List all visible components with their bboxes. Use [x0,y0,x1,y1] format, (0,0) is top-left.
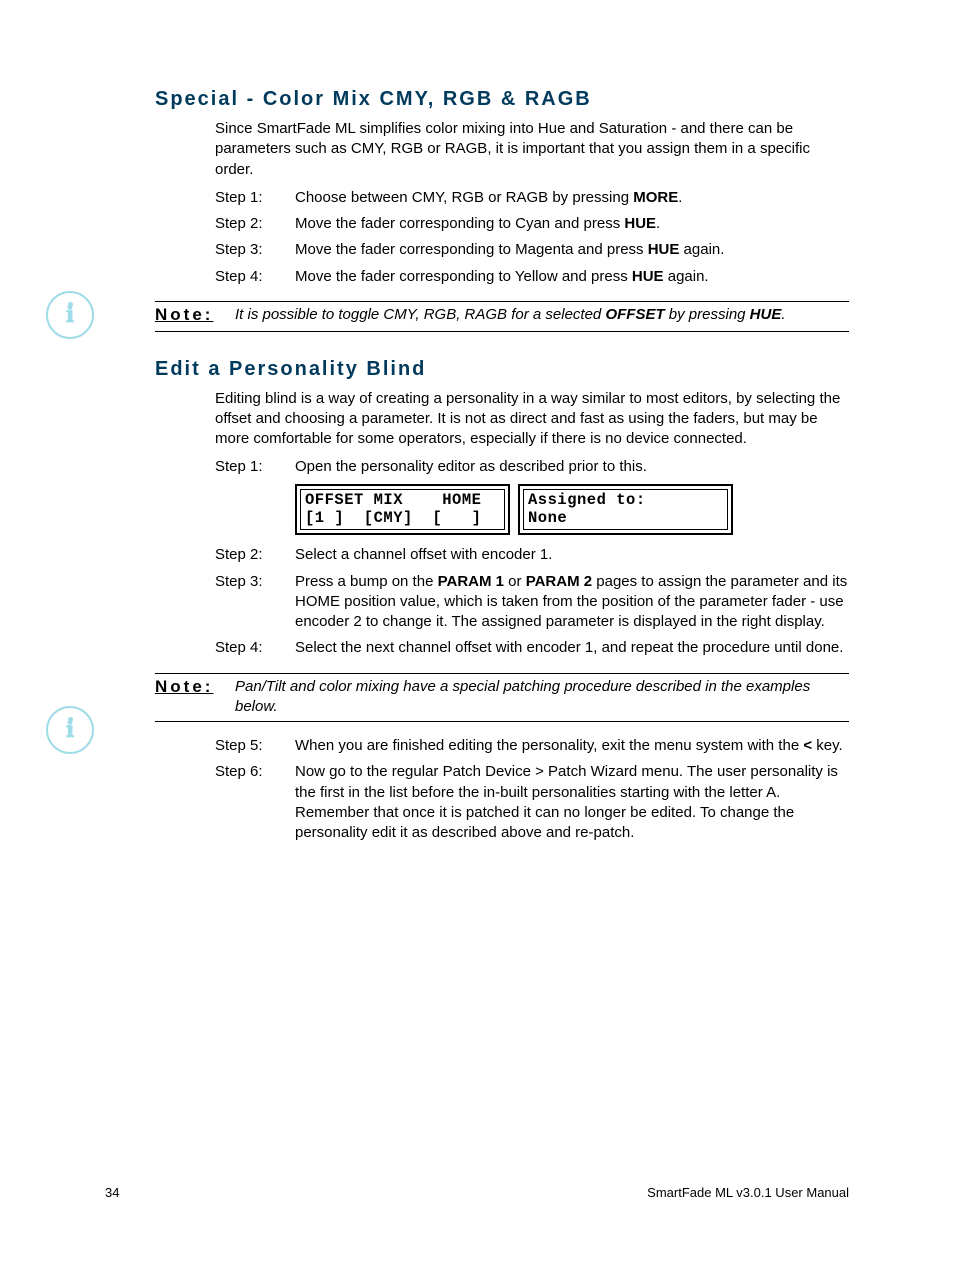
step-label: Step 3: [215,572,295,633]
step-text: Select the next channel offset with enco… [295,638,849,658]
step-text: Move the fader corresponding to Yellow a… [295,267,849,287]
bold: MORE [633,189,678,206]
text: . [656,215,660,232]
text: again. [679,241,724,258]
intro-color-mix: Since SmartFade ML simplifies color mixi… [215,119,849,180]
step-row: Step 1: Choose between CMY, RGB or RAGB … [215,188,849,208]
step-text: Move the fader corresponding to Magenta … [295,240,849,260]
bold: OFFSET [605,306,664,323]
text: . [678,189,682,206]
heading-edit-personality: Edit a Personality Blind [155,358,849,381]
note-text: It is possible to toggle CMY, RGB, RAGB … [235,305,849,327]
step-row: Step 3: Move the fader corresponding to … [215,240,849,260]
doc-title: SmartFade ML v3.0.1 User Manual [647,1185,849,1200]
info-icon: ℹ [46,291,94,339]
step-text: Choose between CMY, RGB or RAGB by press… [295,188,849,208]
step-row: Step 5: When you are finished editing th… [215,736,849,756]
step-label: Step 2: [215,214,295,234]
text: again. [664,268,709,285]
note-block: Note: It is possible to toggle CMY, RGB,… [155,301,849,332]
dot [68,717,73,722]
note-block: Note: Pan/Tilt and color mixing have a s… [155,673,849,723]
step-label: Step 5: [215,736,295,756]
step-text: Now go to the regular Patch Device > Pat… [295,762,849,843]
step-row: Step 6: Now go to the regular Patch Devi… [215,762,849,843]
lcd-inner: Assigned to: None [523,489,728,531]
step-label: Step 4: [215,638,295,658]
step-text: Select a channel offset with encoder 1. [295,545,849,565]
page-footer: 34 SmartFade ML v3.0.1 User Manual [105,1185,849,1200]
intro-edit-personality: Editing blind is a way of creating a per… [215,389,849,450]
text: Move the fader corresponding to Cyan and… [295,215,624,232]
text: It is possible to toggle CMY, RGB, RAGB … [235,306,605,323]
lcd-line: OFFSET MIX HOME [305,491,481,509]
text: Move the fader corresponding to Yellow a… [295,268,632,285]
text: by pressing [665,306,750,323]
dot [68,302,73,307]
text: or [504,573,526,590]
step-label: Step 1: [215,188,295,208]
heading-color-mix: Special - Color Mix CMY, RGB & RAGB [155,88,849,111]
bold: HUE [632,268,664,285]
bold: PARAM 2 [526,573,592,590]
bold: PARAM 1 [438,573,504,590]
step-row: Step 3: Press a bump on the PARAM 1 or P… [215,572,849,633]
step-row: Step 4: Select the next channel offset w… [215,638,849,658]
bold: HUE [624,215,656,232]
step-row: Step 1: Open the personality editor as d… [215,457,849,477]
step-row: Step 2: Move the fader corresponding to … [215,214,849,234]
bold: HUE [750,306,782,323]
step-row: Step 2: Select a channel offset with enc… [215,545,849,565]
step-text: Move the fader corresponding to Cyan and… [295,214,849,234]
bold: HUE [648,241,680,258]
text: When you are finished editing the person… [295,737,803,754]
text: Move the fader corresponding to Magenta … [295,241,648,258]
note-label: Note: [155,676,235,718]
page-number: 34 [105,1185,119,1200]
info-icon: ℹ [46,706,94,754]
step-text: When you are finished editing the person… [295,736,849,756]
text: Choose between CMY, RGB or RAGB by press… [295,189,633,206]
lcd-line: Assigned to: [528,491,646,509]
step-label: Step 2: [215,545,295,565]
lcd-left: OFFSET MIX HOME [1 ] [CMY] [ ] [295,484,510,536]
step-text: Press a bump on the PARAM 1 or PARAM 2 p… [295,572,849,633]
step-label: Step 3: [215,240,295,260]
text: key. [812,737,843,754]
lcd-line: None [528,509,567,527]
step-text: Open the personality editor as described… [295,457,849,477]
bold: < [803,737,812,754]
text: . [781,306,785,323]
step-label: Step 6: [215,762,295,843]
step-row: Step 4: Move the fader corresponding to … [215,267,849,287]
step-label: Step 1: [215,457,295,477]
step-label: Step 4: [215,267,295,287]
note-text: Pan/Tilt and color mixing have a special… [235,677,849,718]
lcd-right: Assigned to: None [518,484,733,536]
lcd-inner: OFFSET MIX HOME [1 ] [CMY] [ ] [300,489,505,531]
text: Press a bump on the [295,573,438,590]
lcd-container: OFFSET MIX HOME [1 ] [CMY] [ ] Assigned … [295,484,849,536]
note-label: Note: [155,304,235,327]
lcd-line: [1 ] [CMY] [ ] [305,509,481,527]
page-content: Special - Color Mix CMY, RGB & RAGB Sinc… [0,0,954,843]
